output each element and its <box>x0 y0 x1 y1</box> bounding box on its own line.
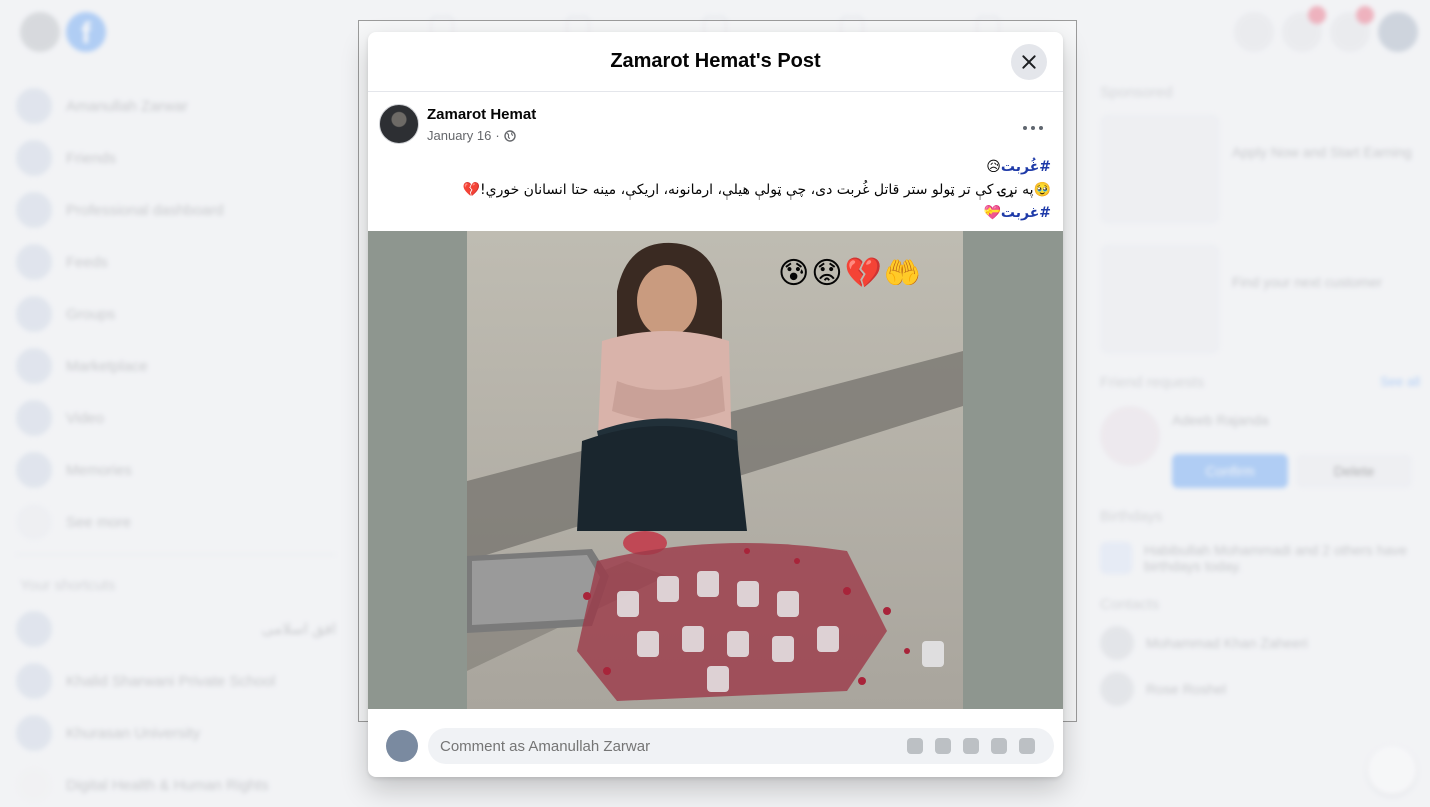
comment-tools <box>907 738 1035 754</box>
meta-separator: · <box>495 128 500 143</box>
emoji: 🥹 <box>1033 182 1051 198</box>
emoji-icon[interactable] <box>935 738 951 754</box>
post-line: 🥹په نړۍ کې تر ټولو ستر قاتل غُربت دی، چې… <box>380 179 1051 202</box>
post-media[interactable]: 😰😟💔🤲 <box>368 231 1063 709</box>
camera-icon[interactable] <box>963 738 979 754</box>
post-author[interactable]: Zamarot Hemat <box>427 106 536 123</box>
post-header: Zamarot Hemat January 16 · <box>368 104 1063 160</box>
close-button[interactable] <box>1011 44 1047 80</box>
sticker-icon[interactable] <box>1019 738 1035 754</box>
hashtag-link[interactable]: #غُربت <box>1001 159 1051 175</box>
dialog-header: Zamarot Hemat's Post <box>368 32 1063 92</box>
globe-icon <box>503 129 516 142</box>
post-line: #غربت💝 <box>380 202 1051 225</box>
photo-emoji-overlay: 😰😟💔🤲 <box>778 256 924 291</box>
post-text: #غُربت😥 🥹په نړۍ کې تر ټولو ستر قاتل غُرب… <box>368 156 1063 225</box>
post-meta: January 16 · <box>427 128 516 143</box>
hashtag-link[interactable]: #غربت <box>1001 205 1051 221</box>
gif-icon[interactable] <box>991 738 1007 754</box>
dialog-title: Zamarot Hemat's Post <box>610 50 821 72</box>
emoji: 😥 <box>986 159 1001 175</box>
post-dialog: Zamarot Hemat's Post Zamarot Hemat Janua… <box>368 32 1063 777</box>
more-options-icon[interactable] <box>1021 118 1045 138</box>
emoji: 💝 <box>983 205 1001 221</box>
avatar <box>386 730 418 762</box>
avatar[interactable] <box>379 104 419 144</box>
post-photo[interactable] <box>467 231 963 709</box>
post-date[interactable]: January 16 <box>427 128 491 143</box>
avatar-sticker-icon[interactable] <box>907 738 923 754</box>
post-body-text: په نړۍ کې تر ټولو ستر قاتل غُربت دی، چې … <box>480 182 1034 198</box>
emoji: 💔 <box>462 182 481 198</box>
